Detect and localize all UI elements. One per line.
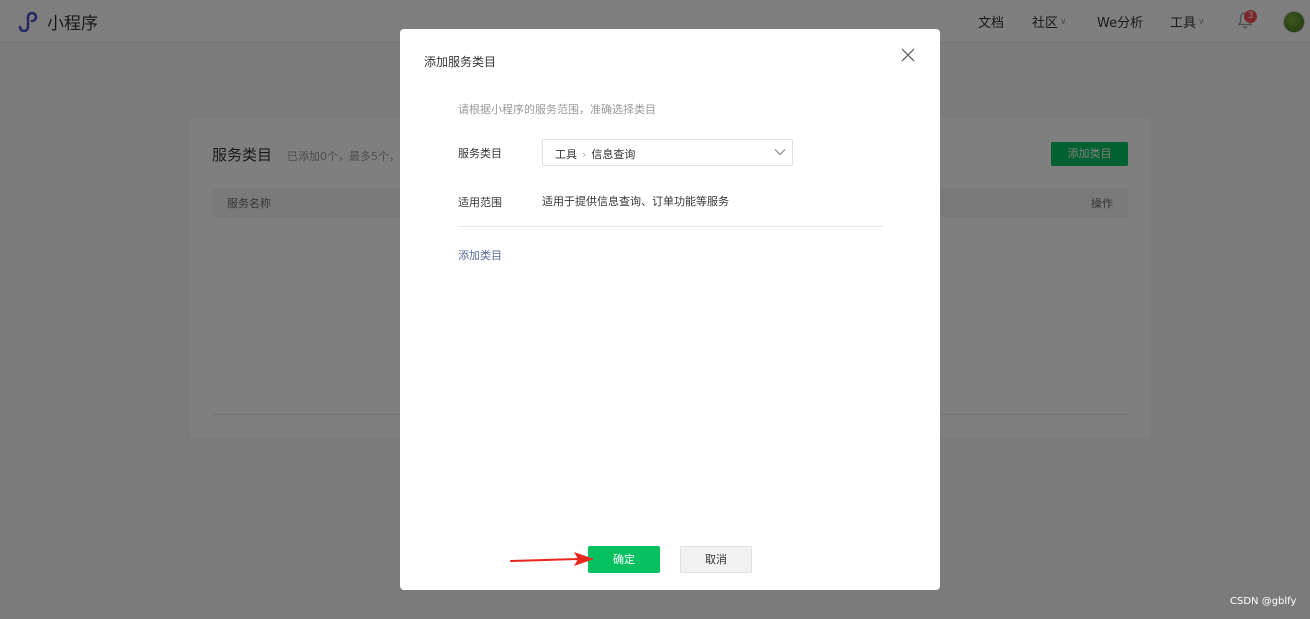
scope-label: 适用范围: [458, 196, 502, 209]
add-category-link[interactable]: 添加类目: [458, 247, 502, 263]
close-icon[interactable]: [900, 47, 916, 63]
confirm-button[interactable]: 确定: [588, 546, 660, 573]
category-level-2: 信息查询: [591, 148, 636, 161]
cancel-button[interactable]: 取消: [680, 546, 752, 573]
category-path: 工具 › 信息查询: [555, 146, 635, 162]
watermark: CSDN @gblfy: [1230, 596, 1297, 607]
annotation-arrow-icon: [510, 552, 594, 566]
add-service-category-dialog: 添加服务类目 请根据小程序的服务范围，准确选择类目 服务类目 工具 › 信息查询…: [400, 29, 940, 590]
divider: [458, 226, 883, 227]
category-level-1: 工具: [555, 148, 577, 161]
chevron-right-icon: ›: [582, 147, 587, 161]
dialog-hint: 请根据小程序的服务范围，准确选择类目: [458, 103, 656, 116]
category-select[interactable]: 工具 › 信息查询: [542, 139, 793, 166]
dialog-title: 添加服务类目: [424, 55, 497, 69]
chevron-down-icon: [774, 149, 786, 156]
category-label: 服务类目: [458, 147, 502, 160]
scope-text: 适用于提供信息查询、订单功能等服务: [542, 195, 729, 208]
